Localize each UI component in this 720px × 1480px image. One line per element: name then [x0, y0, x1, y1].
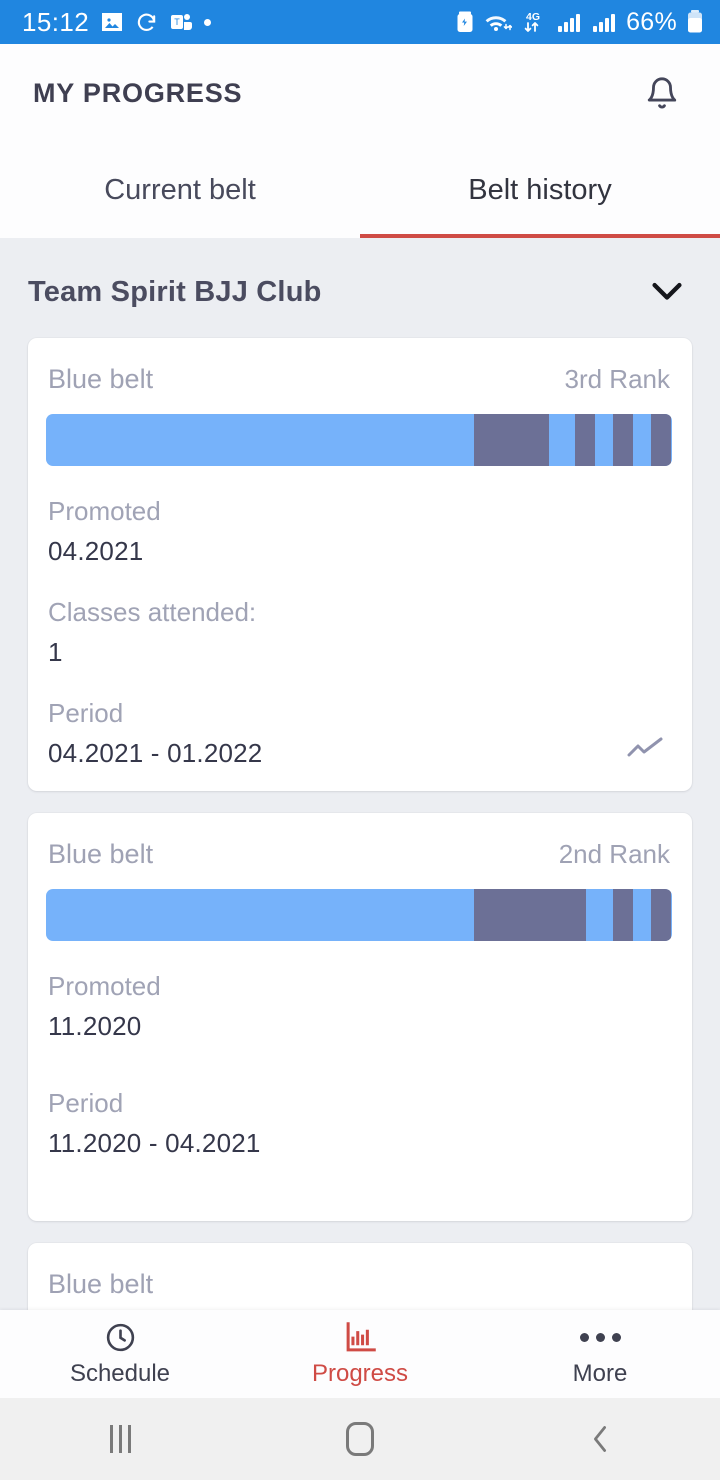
promoted-label: Promoted — [48, 971, 161, 1001]
club-name: Team Spirit BJJ Club — [28, 275, 322, 308]
nav-item-progress[interactable]: Progress — [240, 1320, 480, 1388]
classes-attended-value: 1 — [48, 637, 63, 667]
tab-bar: Current belt Belt history — [0, 142, 720, 238]
more-dots-icon — [579, 1320, 621, 1354]
image-icon — [102, 13, 123, 31]
belt-history-card[interactable]: Blue belt 2nd Rank Promoted 11.2020 Peri… — [28, 813, 692, 1221]
promoted-label: Promoted — [48, 496, 161, 526]
tab-current-belt[interactable]: Current belt — [0, 142, 360, 238]
belt-rank: 2nd Rank — [558, 839, 670, 869]
belt-bar-stripe — [613, 889, 634, 941]
nav-item-more[interactable]: More — [480, 1320, 720, 1388]
system-navigation-bar — [0, 1398, 720, 1480]
teams-icon: T — [171, 14, 193, 30]
promoted-value: 04.2021 — [48, 536, 144, 566]
app-bar: MY PROGRESS — [0, 44, 720, 142]
card-spacer — [46, 1159, 672, 1199]
attendance-chart-button[interactable] — [626, 736, 672, 769]
nav-label-more: More — [572, 1360, 628, 1387]
belt-name: Blue belt — [48, 364, 154, 394]
belt-bar-stripe — [651, 889, 672, 941]
period-label: Period — [48, 698, 124, 728]
status-bar-left: 15:12 T — [22, 6, 212, 38]
network-type-label: 4G — [526, 11, 540, 23]
promoted-field: Promoted 11.2020 — [46, 971, 672, 1042]
signal-icon-1 — [558, 14, 581, 32]
belt-name: Blue belt — [48, 839, 154, 869]
period-field: Period 11.2020 - 04.2021 — [46, 1088, 672, 1159]
belt-rank: 3rd Rank — [564, 364, 671, 394]
belt-bar-stripe — [574, 414, 595, 466]
belt-progress-bar — [46, 414, 672, 466]
signal-icon-2 — [593, 14, 616, 32]
home-icon — [346, 1422, 374, 1456]
period-value: 04.2021 - 01.2022 — [48, 738, 263, 768]
period-label: Period — [48, 1088, 124, 1118]
recents-button[interactable] — [0, 1425, 240, 1453]
page-title: MY PROGRESS — [33, 77, 243, 108]
period-value: 11.2020 - 04.2021 — [48, 1128, 261, 1158]
back-button[interactable] — [480, 1424, 720, 1454]
club-expand-button[interactable] — [644, 272, 690, 312]
belt-name: Blue belt — [48, 1269, 154, 1299]
chevron-down-icon — [652, 282, 682, 300]
belt-bar-stripe — [651, 414, 672, 466]
battery-icon — [688, 10, 702, 33]
belt-card-header: Blue belt — [46, 1269, 672, 1300]
tab-belt-history[interactable]: Belt history — [360, 142, 720, 238]
nav-label-progress: Progress — [311, 1360, 409, 1387]
recents-icon — [109, 1425, 131, 1453]
promoted-value: 11.2020 — [48, 1011, 142, 1041]
classes-attended-label: Classes attended: — [48, 597, 257, 627]
belt-bar-stripe — [613, 414, 634, 466]
belt-card-header: Blue belt 2nd Rank — [46, 839, 672, 870]
status-bar-right: 4G 66% — [455, 8, 704, 37]
tab-current-belt-label: Current belt — [104, 173, 256, 206]
belt-history-card[interactable]: Blue belt 3rd Rank Promoted 04.2021 Clas… — [28, 338, 692, 791]
clock-icon — [104, 1320, 137, 1354]
period-field: Period 04.2021 - 01.2022 — [46, 698, 672, 769]
trend-line-icon — [627, 737, 663, 757]
active-tab-indicator — [360, 234, 720, 238]
dot-icon — [204, 18, 212, 26]
battery-saver-icon — [457, 11, 473, 32]
mobile-data-icon: 4G — [524, 11, 540, 32]
home-button[interactable] — [240, 1422, 480, 1456]
battery-percent-label: 66% — [626, 7, 677, 36]
bar-chart-icon — [344, 1320, 377, 1354]
tab-belt-history-label: Belt history — [468, 173, 612, 206]
bell-icon — [647, 77, 677, 109]
status-bar: 15:12 T 4G 66% — [0, 0, 720, 44]
notifications-button[interactable] — [634, 65, 690, 121]
belt-progress-bar — [46, 889, 672, 941]
classes-attended-field: Classes attended: 1 — [46, 597, 672, 668]
promoted-field: Promoted 04.2021 — [46, 496, 672, 567]
wifi-icon — [485, 16, 513, 31]
belt-bar-block — [473, 889, 587, 941]
club-selector[interactable]: Team Spirit BJJ Club — [0, 240, 720, 338]
belt-history-card[interactable]: Blue belt — [28, 1243, 692, 1310]
belt-history-content[interactable]: Team Spirit BJJ Club Blue belt 3rd Rank … — [0, 240, 720, 1310]
back-chevron-icon — [594, 1426, 606, 1452]
bottom-navigation: Schedule Progress More — [0, 1310, 720, 1398]
nav-item-schedule[interactable]: Schedule — [0, 1320, 240, 1388]
belt-bar-block — [473, 414, 550, 466]
nav-label-schedule: Schedule — [69, 1360, 171, 1387]
svg-text:T: T — [174, 17, 180, 27]
period-row: 04.2021 - 01.2022 — [48, 729, 672, 769]
belt-card-header: Blue belt 3rd Rank — [46, 364, 672, 395]
status-bar-clock: 15:12 — [22, 6, 90, 37]
sync-icon — [137, 13, 156, 31]
